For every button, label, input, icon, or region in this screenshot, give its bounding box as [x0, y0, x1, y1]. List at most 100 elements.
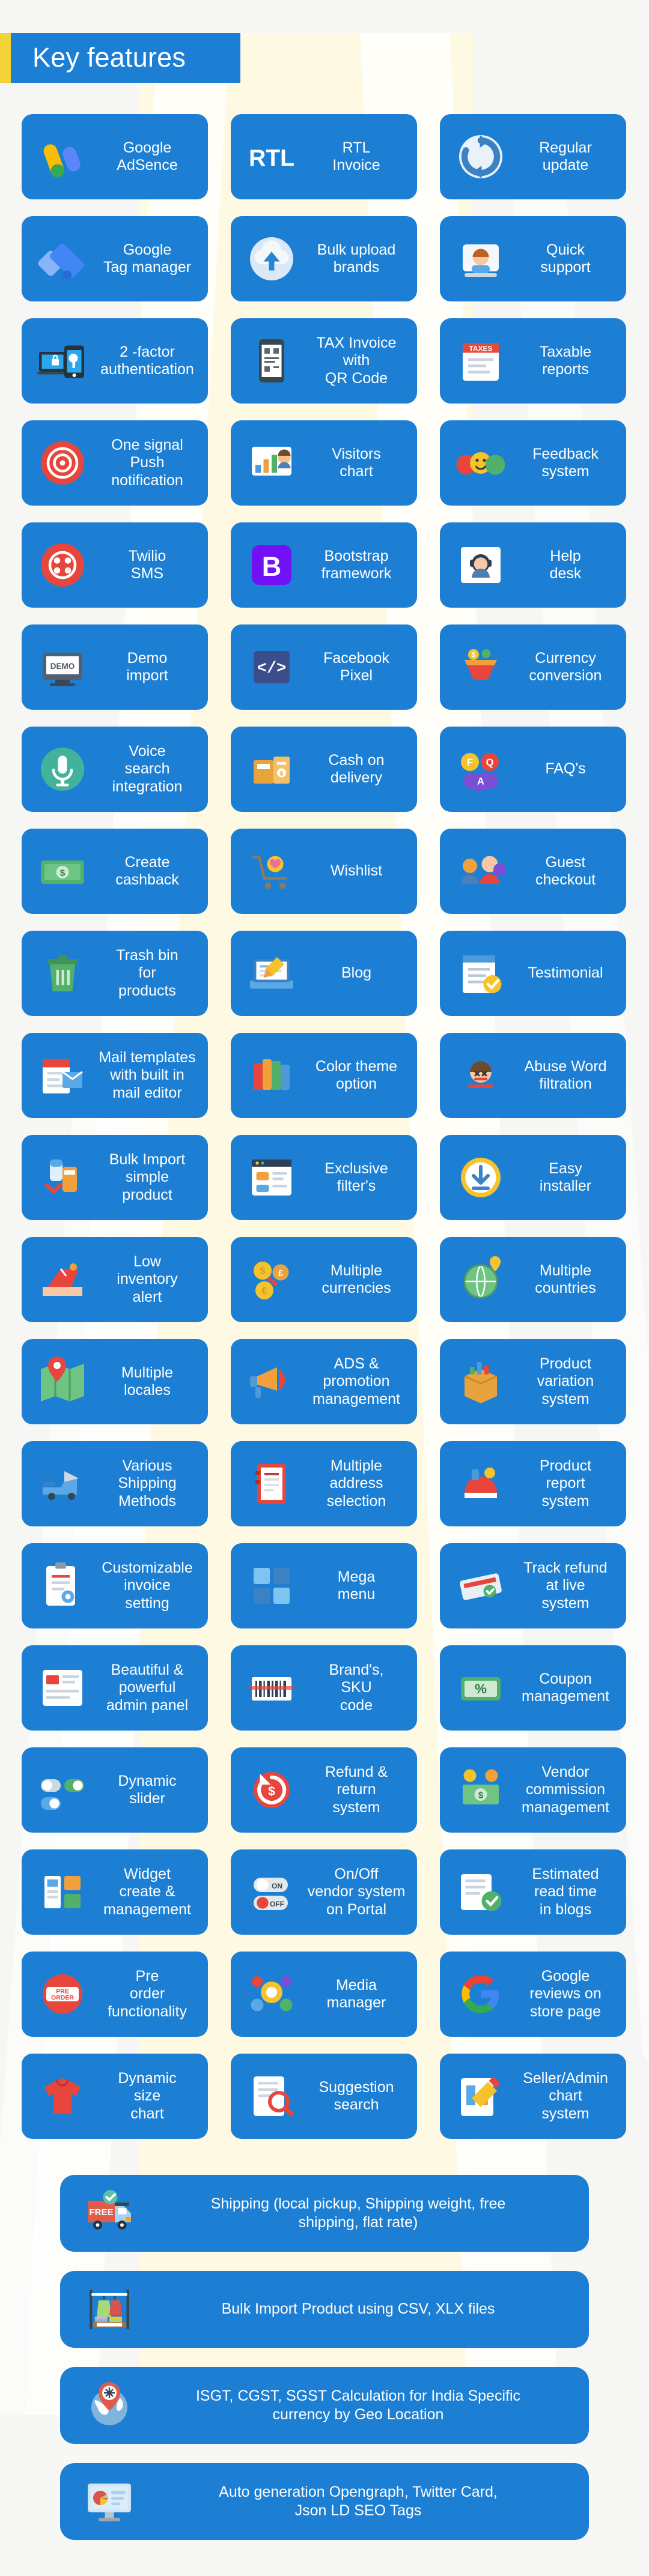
- feature-card[interactable]: TAXES Taxable reports: [440, 318, 626, 404]
- feature-banner[interactable]: Auto generation Opengraph, Twitter Card,…: [60, 2463, 589, 2540]
- feature-card[interactable]: $ Refund & return system: [231, 1747, 417, 1833]
- bulk-import-product-icon: [30, 1145, 95, 1210]
- feature-card[interactable]: $ Create cashback: [22, 829, 208, 914]
- feature-card-label: Pre order functionality: [107, 1967, 187, 2020]
- feature-card[interactable]: Brand's, SKU code: [231, 1645, 417, 1731]
- feature-card[interactable]: Widget create & management: [22, 1849, 208, 1935]
- feature-card[interactable]: Blog: [231, 931, 417, 1016]
- feature-card-label: Multiple currencies: [321, 1262, 391, 1297]
- feature-banner[interactable]: Bulk Import Product using CSV, XLX files: [60, 2271, 589, 2348]
- feature-card[interactable]: Regular update: [440, 114, 626, 199]
- feature-card[interactable]: Wishlist: [231, 829, 417, 914]
- feature-card-label: Regular update: [539, 139, 592, 174]
- feature-card[interactable]: RTL RTL Invoice: [231, 114, 417, 199]
- feature-card[interactable]: $ Cash on delivery: [231, 727, 417, 812]
- feature-card[interactable]: TAX Invoice with QR Code: [231, 318, 417, 404]
- feature-card[interactable]: Feedback system: [440, 420, 626, 506]
- feature-card-label: Feedback system: [532, 445, 599, 480]
- google-tag-manager-icon: [30, 226, 95, 291]
- svg-text:$: $: [280, 770, 284, 778]
- feature-card[interactable]: Dynamic slider: [22, 1747, 208, 1833]
- feature-card[interactable]: Abuse Word filtration: [440, 1033, 626, 1118]
- feature-card[interactable]: Exclusive filter's: [231, 1135, 417, 1220]
- feature-card[interactable]: Seller/Admin chart system: [440, 2054, 626, 2139]
- feature-card[interactable]: Beautiful & powerful admin panel: [22, 1645, 208, 1731]
- feature-card-label: On/Off vendor system on Portal: [307, 1865, 406, 1918]
- feature-card[interactable]: Google AdSence: [22, 114, 208, 199]
- feature-card-label: Facebook Pixel: [323, 649, 389, 685]
- media-manager-icon: [239, 1962, 304, 2027]
- facebook-pixel-code-icon: </>: [239, 635, 304, 700]
- feature-banner[interactable]: FREE Shipping (local pickup, Shipping wei…: [60, 2175, 589, 2252]
- svg-text:F: F: [467, 757, 473, 768]
- feature-card[interactable]: B Bootstrap framework: [231, 522, 417, 608]
- feature-card[interactable]: F Q A FAQ's: [440, 727, 626, 812]
- feature-card[interactable]: $ £ € Multiple currencies: [231, 1237, 417, 1322]
- currency-conversion-icon: $: [448, 635, 513, 700]
- feature-card[interactable]: Bulk upload brands: [231, 216, 417, 301]
- svg-text:Q: Q: [486, 757, 494, 768]
- feature-card[interactable]: Dynamic size chart: [22, 2054, 208, 2139]
- feature-card[interactable]: Twilio SMS: [22, 522, 208, 608]
- feature-card-label: Wishlist: [330, 862, 383, 880]
- feature-card[interactable]: Google Tag manager: [22, 216, 208, 301]
- feature-card[interactable]: ADS & promotion management: [231, 1339, 417, 1424]
- feature-card-label: Color theme option: [315, 1057, 398, 1093]
- feature-card-label: Beautiful & powerful admin panel: [106, 1661, 189, 1714]
- feature-banner-label: Bulk Import Product using CSV, XLX files: [221, 2300, 495, 2318]
- feature-card[interactable]: Quick support: [440, 216, 626, 301]
- feature-card[interactable]: Easy installer: [440, 1135, 626, 1220]
- feature-card[interactable]: Various Shipping Methods: [22, 1441, 208, 1526]
- feature-card[interactable]: Estimated read time in blogs: [440, 1849, 626, 1935]
- feature-card[interactable]: Product report system: [440, 1441, 626, 1526]
- multiple-currencies-icon: $ £ €: [239, 1247, 304, 1312]
- testimonial-icon: [448, 941, 513, 1006]
- feature-card[interactable]: Visitors chart: [231, 420, 417, 506]
- feature-card-label: Create cashback: [115, 853, 179, 889]
- feature-card[interactable]: Google reviews on store page: [440, 1952, 626, 2037]
- feature-card[interactable]: </> Facebook Pixel: [231, 624, 417, 710]
- feature-card[interactable]: Multiple address selection: [231, 1441, 417, 1526]
- feature-card[interactable]: 2 -factor authentication: [22, 318, 208, 404]
- feature-card[interactable]: Track refund at live system: [440, 1543, 626, 1628]
- feature-card[interactable]: Testimonial: [440, 931, 626, 1016]
- feature-card-label: Multiple locales: [121, 1364, 174, 1399]
- microphone-icon: [30, 737, 95, 802]
- feature-banner[interactable]: ISGT, CGST, SGST Calculation for India S…: [60, 2367, 589, 2444]
- shipping-methods-icon: [30, 1451, 95, 1516]
- header-title-bar: Key features: [11, 33, 240, 83]
- feature-card[interactable]: Voice search integration: [22, 727, 208, 812]
- feature-card[interactable]: PRE ORDER Pre order functionality: [22, 1952, 208, 2037]
- feature-card[interactable]: Multiple countries: [440, 1237, 626, 1322]
- feature-card[interactable]: Mail templates with built in mail editor: [22, 1033, 208, 1118]
- feature-card-label: Voice search integration: [112, 742, 183, 795]
- svg-text:$: $: [260, 1266, 265, 1277]
- feature-card[interactable]: Suggestion search: [231, 2054, 417, 2139]
- svg-text:€: €: [261, 1286, 267, 1296]
- feature-card[interactable]: DEMO Demo import: [22, 624, 208, 710]
- feature-card-label: Guest checkout: [535, 853, 596, 889]
- feature-card[interactable]: Bulk Import simple product: [22, 1135, 208, 1220]
- feature-card[interactable]: Trash bin for products: [22, 931, 208, 1016]
- feature-card[interactable]: Mega menu: [231, 1543, 417, 1628]
- feature-card-label: Dynamic slider: [118, 1772, 177, 1807]
- svg-text:</>: </>: [257, 660, 287, 678]
- feature-card-label: Abuse Word filtration: [524, 1057, 607, 1093]
- feature-card-label: Customizable invoice setting: [102, 1559, 193, 1612]
- feature-card[interactable]: Help desk: [440, 522, 626, 608]
- support-agent-icon: [448, 226, 513, 291]
- feature-card[interactable]: One signal Push notification: [22, 420, 208, 506]
- feature-card[interactable]: Multiple locales: [22, 1339, 208, 1424]
- feature-card[interactable]: $ Vendor commission management: [440, 1747, 626, 1833]
- feature-card[interactable]: Media manager: [231, 1952, 417, 2037]
- feature-card[interactable]: Product variation system: [440, 1339, 626, 1424]
- feature-card[interactable]: % Coupon management: [440, 1645, 626, 1731]
- feature-card[interactable]: $ Currency conversion: [440, 624, 626, 710]
- help-desk-icon: [448, 533, 513, 597]
- feature-card[interactable]: Color theme option: [231, 1033, 417, 1118]
- feature-card[interactable]: ON OFF On/Off vendor system on Portal: [231, 1849, 417, 1935]
- feature-card-label: Coupon management: [522, 1670, 609, 1705]
- feature-card[interactable]: Customizable invoice setting: [22, 1543, 208, 1628]
- feature-card[interactable]: Guest checkout: [440, 829, 626, 914]
- feature-card[interactable]: Low inventory alert: [22, 1237, 208, 1322]
